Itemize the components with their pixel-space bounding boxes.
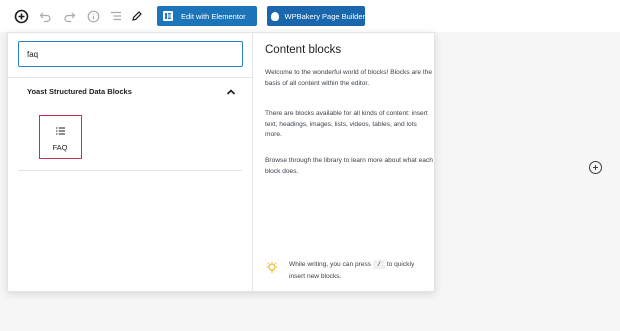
inserter-block-list: Yoast Structured Data Blocks FAQ	[8, 33, 252, 291]
faq-block-item[interactable]: FAQ	[39, 115, 82, 159]
elementor-icon	[163, 11, 173, 21]
block-inserter-popover: Yoast Structured Data Blocks FAQ Content…	[7, 32, 435, 292]
edit-pencil-icon[interactable]	[127, 6, 147, 26]
info-paragraph: There are blocks available for all kinds…	[265, 110, 428, 139]
block-category-title: Yoast Structured Data Blocks	[27, 87, 132, 96]
edit-with-elementor-label: Edit with Elementor	[181, 11, 246, 21]
wpbakery-page-builder-button[interactable]: WPBakery Page Builder	[267, 6, 365, 26]
inserter-info-panel: Content blocks Welcome to the wonderful …	[252, 33, 434, 291]
faq-block-label: FAQ	[52, 143, 68, 152]
block-search-input[interactable]	[18, 41, 243, 67]
content-blocks-title: Content blocks	[265, 44, 342, 56]
info-paragraph: Welcome to the wonderful world of blocks…	[265, 69, 432, 87]
slash-key: /	[372, 260, 385, 269]
plus-circle-icon[interactable]	[589, 161, 602, 174]
divider	[8, 77, 252, 78]
tip-text-before: While writing, you can press	[289, 261, 372, 268]
redo-icon[interactable]	[59, 6, 79, 26]
undo-icon[interactable]	[35, 6, 55, 26]
divider	[18, 170, 242, 171]
info-paragraph: Browse through the library to learn more…	[265, 157, 433, 175]
list-view-icon[interactable]	[106, 6, 126, 26]
wpbakery-icon	[271, 11, 279, 21]
wpbakery-label: WPBakery Page Builder	[284, 11, 365, 21]
chevron-up-icon[interactable]	[225, 85, 237, 97]
lightbulb-icon	[265, 261, 279, 275]
edit-with-elementor-button[interactable]: Edit with Elementor	[157, 6, 257, 26]
keyboard-tip: While writing, you can press / to quickl…	[289, 259, 429, 283]
editor-toolbar: Edit with Elementor WPBakery Page Builde…	[0, 0, 620, 32]
list-icon	[56, 122, 65, 135]
add-block-icon[interactable]	[11, 6, 31, 26]
info-icon[interactable]	[83, 6, 103, 26]
